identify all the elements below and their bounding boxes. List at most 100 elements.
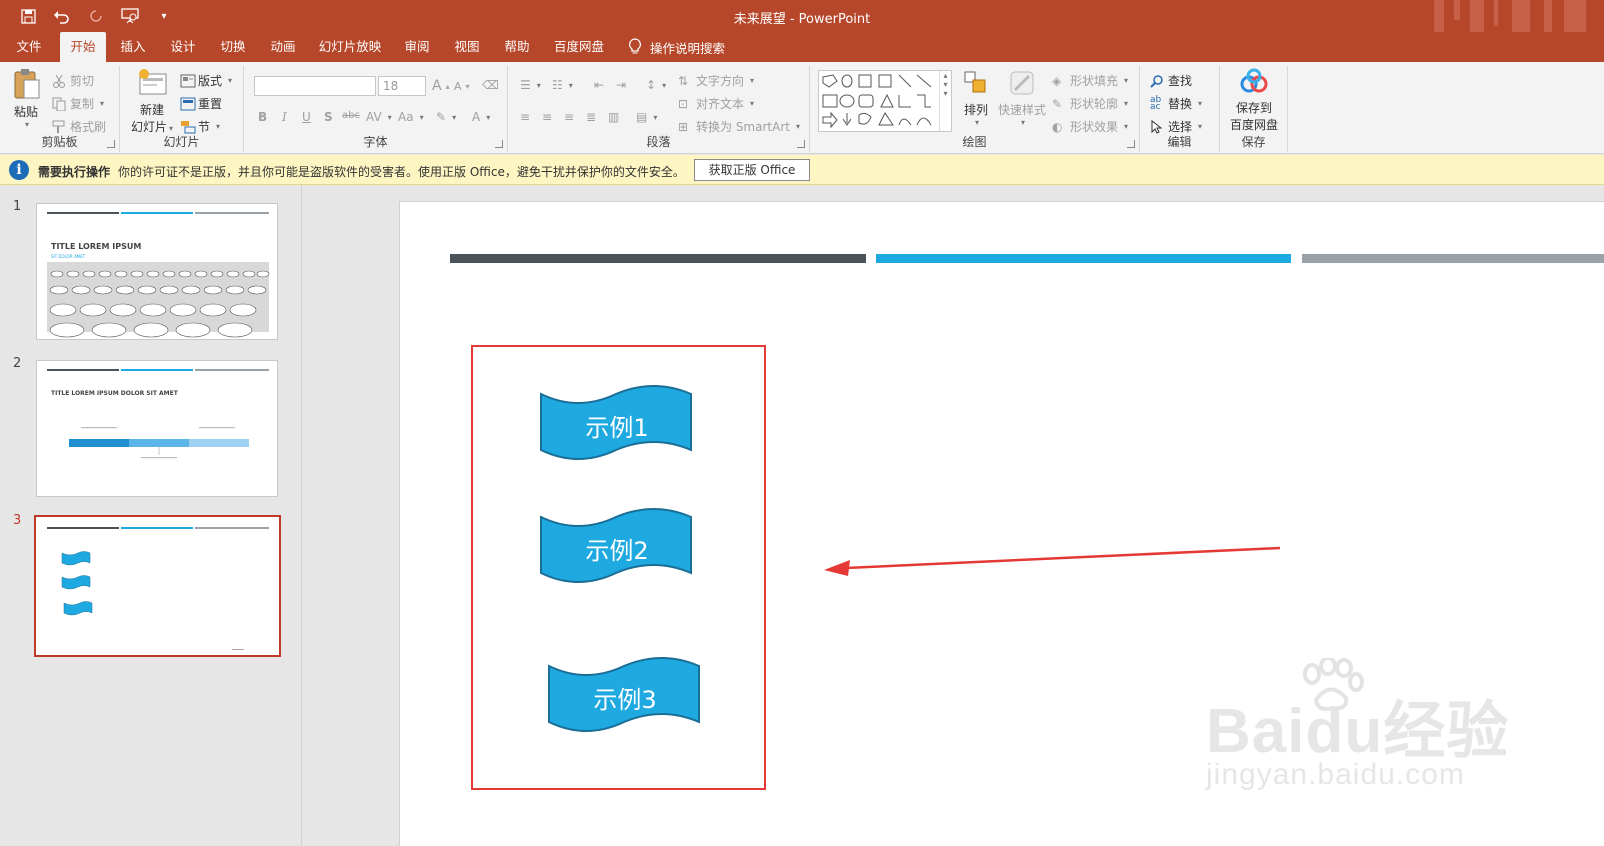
copy-button[interactable]: 复制 ▾ xyxy=(52,95,104,112)
justify-icon[interactable]: ≣ xyxy=(586,110,596,124)
smartart-icon: ⊞ xyxy=(678,119,689,134)
title-decoration xyxy=(1424,0,1604,32)
shadow-button[interactable]: S xyxy=(324,110,333,124)
tab-baidu-pan[interactable]: 百度网盘 xyxy=(548,32,610,62)
font-size-combobox[interactable]: 18 xyxy=(378,76,426,96)
italic-button[interactable]: I xyxy=(282,110,287,124)
watermark-url: jingyan.baidu.com xyxy=(1206,758,1465,791)
shape-fill-button[interactable]: ◈ 形状填充 ▾ xyxy=(1052,72,1128,89)
shape-fill-label: 形状填充 xyxy=(1070,74,1119,88)
tab-home[interactable]: 开始 xyxy=(60,32,106,62)
bold-button[interactable]: B xyxy=(258,110,267,124)
align-text-label: 对齐文本 xyxy=(696,97,745,111)
tab-file[interactable]: 文件 xyxy=(8,32,50,62)
group-clipboard: 粘贴 ▾ 剪切 复制 ▾ 格式刷 剪贴板 xyxy=(0,66,120,152)
numbering-icon[interactable]: ☷ ▾ xyxy=(552,78,573,92)
replace-button[interactable]: ab ac 替换 ▾ xyxy=(1150,95,1202,112)
align-center-icon[interactable]: ≡ xyxy=(542,110,552,124)
find-label: 查找 xyxy=(1168,74,1193,88)
group-font: 18 A ▴ A ▾ ⌫ B I U S abc AV ▾ Aa ▾ ✎ ▾ A ▾ 字体 xyxy=(244,66,508,152)
header-bar-blue xyxy=(876,254,1291,263)
pencil-icon: ✎ xyxy=(1052,96,1063,111)
tab-view[interactable]: 视图 xyxy=(446,32,488,62)
license-notification-bar: i 需要执行操作 你的许可证不是正版，并且你可能是盗版软件的受害者。使用正版 O… xyxy=(0,155,1604,185)
arrange-button[interactable]: 排列 ▾ xyxy=(958,68,994,127)
tab-design[interactable]: 设计 xyxy=(162,32,204,62)
reset-icon xyxy=(180,97,196,111)
get-genuine-office-button[interactable]: 获取正版 Office xyxy=(694,159,810,181)
layout-button[interactable]: 版式 ▾ xyxy=(180,72,232,89)
banner-shape-3[interactable]: 示例3 xyxy=(546,652,704,740)
shape-outline-button[interactable]: ✎ 形状轮廓 ▾ xyxy=(1052,95,1128,112)
slide-1-subtitle: SIT DOLOR AMET xyxy=(51,254,86,259)
paragraph-dialog-launcher[interactable] xyxy=(797,140,805,148)
paintbrush-icon xyxy=(52,120,66,134)
slide-1-preview xyxy=(47,212,270,338)
lightbulb-icon xyxy=(629,38,641,54)
slide-1-title: TITLE LOREM IPSUM xyxy=(51,242,142,251)
shrink-font-button[interactable]: A ▾ xyxy=(454,80,470,93)
slide-thumbnail-3[interactable] xyxy=(34,515,281,657)
editing-group-label: 编辑 xyxy=(1167,135,1192,149)
font-color-button[interactable]: A ▾ xyxy=(472,110,490,124)
slide-thumbnails-panel: 1 TITLE LOREM IPSUM SIT DOLOR AMET 2 TIT… xyxy=(0,185,302,846)
distributed-icon[interactable]: ▥ xyxy=(608,110,619,124)
increase-indent-icon[interactable]: ⇥ xyxy=(616,78,626,92)
shapes-gallery[interactable]: ▴ ▾ ▾ xyxy=(818,70,952,132)
cut-label: 剪切 xyxy=(70,74,95,88)
banner-2-label: 示例2 xyxy=(585,537,649,565)
slide-editor[interactable]: 示例1 示例2 示例3 Baidu经验 jingyan.baidu.com xyxy=(399,201,1604,846)
line-spacing-icon[interactable]: ↕ ▾ xyxy=(646,78,666,92)
change-case-button[interactable]: Aa ▾ xyxy=(398,110,424,124)
clear-formatting-icon[interactable]: ⌫ xyxy=(482,78,499,92)
bullets-icon[interactable]: ☰ ▾ xyxy=(520,78,541,92)
window-title: 未来展望 - PowerPoint xyxy=(733,12,871,27)
paste-button[interactable]: 粘贴 ▾ xyxy=(8,68,44,129)
align-left-icon[interactable]: ≡ xyxy=(520,110,530,124)
slides-group-label: 幻灯片 xyxy=(163,135,200,149)
find-button[interactable]: 查找 xyxy=(1150,72,1192,89)
banner-shape-1[interactable]: 示例1 xyxy=(538,380,696,468)
reset-button[interactable]: 重置 xyxy=(180,95,222,112)
clipboard-dialog-launcher[interactable] xyxy=(107,140,115,148)
tab-animations[interactable]: 动画 xyxy=(262,32,304,62)
shapes-gallery-scroll[interactable]: ▴ ▾ ▾ xyxy=(939,71,951,131)
align-right-icon[interactable]: ≡ xyxy=(564,110,574,124)
tab-slideshow[interactable]: 幻灯片放映 xyxy=(312,32,388,62)
banner-shape-2[interactable]: 示例2 xyxy=(538,503,696,591)
quick-styles-button[interactable]: 快速样式 ▾ xyxy=(996,68,1048,127)
tab-review[interactable]: 审阅 xyxy=(396,32,438,62)
drawing-group-label: 绘图 xyxy=(962,135,987,149)
slide-thumbnail-1[interactable]: TITLE LOREM IPSUM SIT DOLOR AMET xyxy=(36,203,278,340)
tab-transitions[interactable]: 切换 xyxy=(212,32,254,62)
strikethrough-button[interactable]: abc xyxy=(342,110,360,121)
title-bar: ▾ 未来展望 - PowerPoint xyxy=(0,0,1604,32)
arrange-icon xyxy=(964,71,986,93)
font-name-combobox[interactable] xyxy=(254,76,376,96)
header-bar-dark xyxy=(450,254,866,263)
highlight-icon[interactable]: ✎ ▾ xyxy=(436,110,456,124)
cut-button[interactable]: 剪切 xyxy=(52,72,94,89)
decrease-indent-icon[interactable]: ⇤ xyxy=(594,78,604,92)
font-dialog-launcher[interactable] xyxy=(495,140,503,148)
char-spacing-button[interactable]: AV ▾ xyxy=(366,110,392,124)
grow-font-button[interactable]: A ▴ xyxy=(432,78,450,94)
drawing-dialog-launcher[interactable] xyxy=(1127,140,1135,148)
clipboard-icon xyxy=(14,69,40,99)
tab-insert[interactable]: 插入 xyxy=(112,32,154,62)
underline-button[interactable]: U xyxy=(302,110,311,124)
slide-2-preview xyxy=(47,369,269,459)
tab-help[interactable]: 帮助 xyxy=(496,32,538,62)
cursor-icon xyxy=(1150,119,1164,134)
layout-icon xyxy=(180,74,196,88)
text-direction-label: 文字方向 xyxy=(696,74,745,88)
slide-thumbnail-2[interactable]: TITLE LOREM IPSUM DOLOR SIT AMET xyxy=(36,360,278,497)
tell-me-search[interactable]: 操作说明搜索 xyxy=(628,32,725,62)
text-direction-button[interactable]: ⇅ 文字方向 ▾ xyxy=(678,72,754,89)
new-slide-button[interactable]: 新建 幻灯片 ▾ xyxy=(126,68,178,135)
columns-icon[interactable]: ▤ ▾ xyxy=(636,110,657,124)
slide-3-preview xyxy=(47,527,269,650)
copy-label: 复制 xyxy=(70,97,95,111)
save-to-baidu-button[interactable]: 保存到 百度网盘 xyxy=(1226,68,1282,133)
align-text-button[interactable]: ⊡ 对齐文本 ▾ xyxy=(678,95,754,112)
